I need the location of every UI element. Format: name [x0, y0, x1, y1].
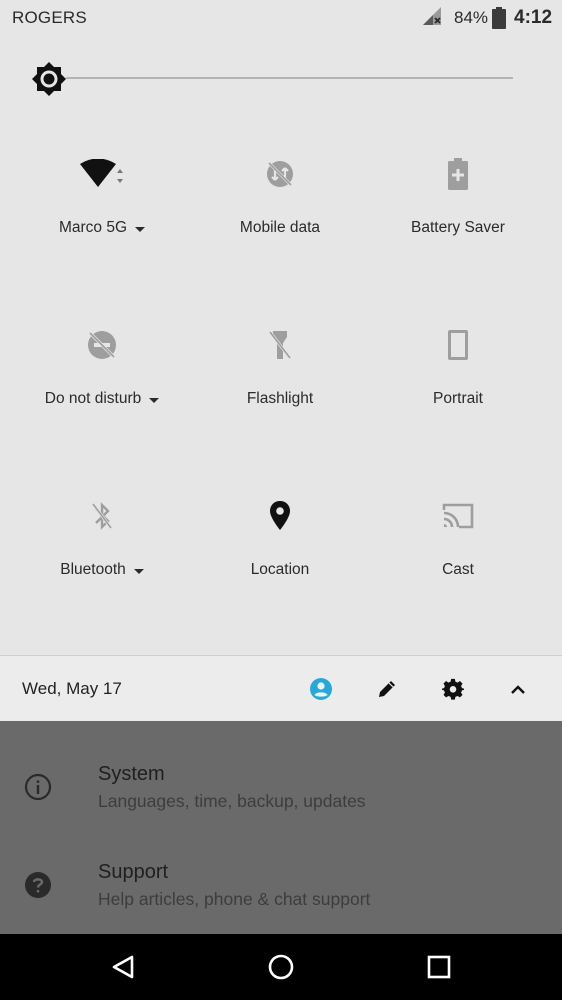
back-icon[interactable] [108, 952, 138, 982]
settings-item-title: System [98, 763, 165, 785]
battery-icon [492, 7, 506, 34]
location-icon [191, 499, 369, 533]
settings-item-subtitle: Help articles, phone & chat support [98, 889, 371, 909]
settings-item-subtitle: Languages, time, backup, updates [98, 791, 366, 811]
tile-cast[interactable]: Cast [369, 499, 547, 609]
mobile-data-off-icon [191, 157, 369, 191]
tile-bluetooth[interactable]: Bluetooth [13, 499, 191, 609]
settings-list-dimmed: System Languages, time, backup, updates … [0, 721, 562, 934]
portrait-icon [369, 328, 547, 362]
wifi-icon [13, 157, 191, 191]
signal-off-icon [421, 6, 443, 31]
date-label[interactable]: Wed, May 17 [22, 679, 122, 699]
help-icon [24, 871, 52, 904]
tile-label: Mobile data [239, 219, 321, 236]
tile-label: Location [250, 561, 310, 578]
bluetooth-off-icon [13, 499, 191, 533]
tile-label: Battery Saver [411, 219, 505, 236]
home-icon[interactable] [266, 952, 296, 982]
status-bar: ROGERS 84% 4:12 [0, 0, 562, 34]
collapse-icon[interactable] [505, 676, 531, 702]
tile-label: Cast [442, 561, 474, 578]
edit-icon[interactable] [374, 676, 400, 702]
tile-do-not-disturb[interactable]: Do not disturb [13, 328, 191, 438]
quick-settings-footer: Wed, May 17 [0, 656, 562, 721]
tile-portrait[interactable]: Portrait [369, 328, 547, 438]
tile-flashlight[interactable]: Flashlight [191, 328, 369, 438]
brightness-icon[interactable] [30, 60, 68, 103]
dropdown-icon[interactable] [149, 397, 160, 403]
tile-label: Do not disturb [44, 390, 142, 407]
tile-label: Marco 5G [58, 219, 128, 236]
navigation-bar [0, 934, 562, 1000]
clock: 4:12 [514, 7, 553, 28]
settings-item-system[interactable]: System Languages, time, backup, updates [0, 763, 562, 853]
tile-mobile-data[interactable]: Mobile data [191, 157, 369, 267]
battery-percent: 84% [454, 8, 489, 27]
recents-icon[interactable] [424, 952, 454, 982]
user-icon[interactable] [308, 676, 334, 702]
battery-saver-icon [369, 157, 547, 191]
carrier-name: ROGERS [12, 8, 87, 27]
do-not-disturb-icon [13, 328, 191, 362]
dropdown-icon[interactable] [135, 226, 146, 232]
settings-icon[interactable] [440, 676, 466, 702]
tile-wifi[interactable]: Marco 5G [13, 157, 191, 267]
tile-label: Flashlight [246, 390, 314, 407]
tile-label: Portrait [433, 390, 483, 407]
tile-label: Bluetooth [60, 561, 126, 578]
brightness-slider[interactable] [66, 77, 513, 79]
flashlight-off-icon [191, 328, 369, 362]
settings-item-title: Support [98, 861, 169, 883]
tile-location[interactable]: Location [191, 499, 369, 609]
dropdown-icon[interactable] [133, 568, 144, 574]
tile-battery-saver[interactable]: Battery Saver [369, 157, 547, 267]
info-icon [24, 773, 52, 806]
cast-icon [369, 499, 547, 533]
